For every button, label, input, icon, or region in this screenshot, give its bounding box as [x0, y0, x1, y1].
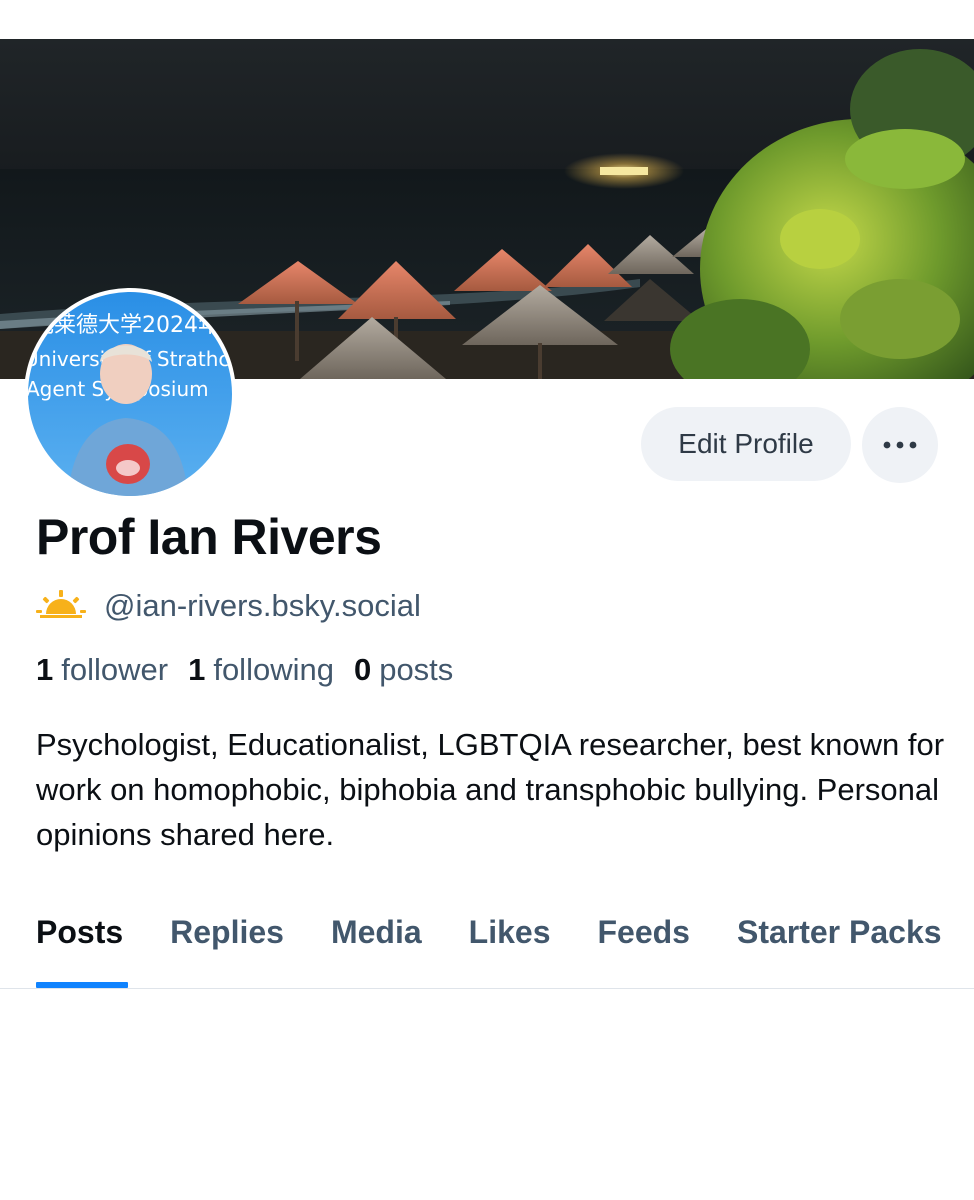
- display-name: Prof Ian Rivers: [36, 509, 382, 565]
- followers-stat[interactable]: 1 follower: [36, 652, 168, 688]
- posts-label: posts: [379, 652, 454, 687]
- tab-feeds[interactable]: Feeds: [597, 914, 689, 960]
- tabs-divider: [0, 988, 974, 989]
- posts-count: 0: [353, 652, 372, 687]
- profile-bio: Psychologist, Educationalist, LGBTQIA re…: [36, 727, 945, 852]
- more-options-button[interactable]: [862, 407, 938, 483]
- followers-count: 1: [36, 652, 54, 687]
- handle-row: @ian-rivers.bsky.social: [36, 586, 421, 626]
- tab-starter-packs[interactable]: Starter Packs: [737, 914, 942, 960]
- profile-tabs: Posts Replies Media Likes Feeds Starter …: [36, 914, 942, 960]
- tab-media[interactable]: Media: [331, 914, 422, 960]
- avatar-frame[interactable]: 克莱德大学2024年 University of Strathclyde Age…: [24, 288, 236, 500]
- avatar-image: 克莱德大学2024年 University of Strathclyde Age…: [28, 292, 232, 496]
- avatar[interactable]: 克莱德大学2024年 University of Strathclyde Age…: [28, 292, 232, 496]
- sunrise-icon: [36, 590, 86, 618]
- following-count: 1: [188, 652, 206, 687]
- following-label: following: [213, 652, 334, 687]
- tab-likes[interactable]: Likes: [469, 914, 551, 960]
- tab-posts[interactable]: Posts: [36, 914, 123, 960]
- profile-stats: 1 follower 1 following 0 posts: [36, 652, 453, 688]
- posts-stat: 0 posts: [354, 652, 453, 688]
- profile-handle[interactable]: @ian-rivers.bsky.social: [104, 588, 421, 624]
- avatar-banner-line1: 克莱德大学2024年: [32, 313, 220, 338]
- edit-profile-button[interactable]: Edit Profile: [641, 407, 851, 481]
- followers-label: follower: [61, 652, 169, 687]
- more-horizontal-icon: [883, 441, 917, 449]
- tab-replies[interactable]: Replies: [170, 914, 284, 960]
- following-stat[interactable]: 1 following: [188, 652, 334, 688]
